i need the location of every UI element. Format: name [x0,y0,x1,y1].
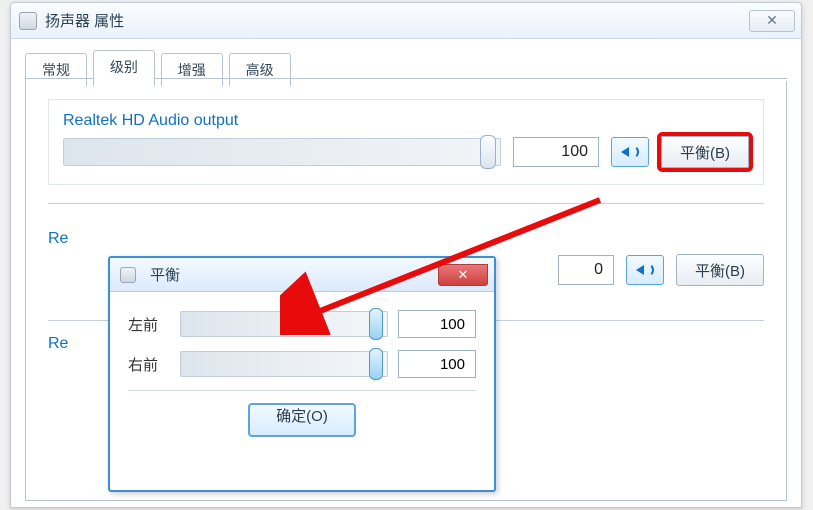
balance-left-slider[interactable] [180,311,388,337]
balance-ok-button[interactable]: 确定(O) [248,403,356,437]
output-1-label: Realtek HD Audio output [63,112,749,130]
balance-titlebar: 平衡 ✕ [110,258,494,292]
titlebar: 扬声器 属性 ✕ [11,3,801,39]
balance-right-value[interactable] [398,350,476,378]
balance-title: 平衡 [150,264,180,285]
slider-thumb[interactable] [369,348,383,380]
output-2-value[interactable] [558,255,614,285]
output-1-slider[interactable] [63,138,501,166]
balance-left-value[interactable] [398,310,476,338]
output-2-balance-button[interactable]: 平衡(B) [676,254,764,286]
balance-dialog: 平衡 ✕ 左前 右前 确定(O) [108,256,496,492]
slider-thumb[interactable] [369,308,383,340]
output-1-value[interactable] [513,137,599,167]
output-1-balance-button[interactable]: 平衡(B) [661,136,749,168]
speaker-app-icon [19,12,37,30]
balance-app-icon [120,267,136,283]
balance-right-slider[interactable] [180,351,388,377]
balance-right-label: 右前 [128,354,170,375]
window-title: 扬声器 属性 [45,10,124,31]
tab-levels[interactable]: 级别 [93,50,155,86]
output-2-label: Re [48,230,764,248]
tab-strip: 常规 级别 增强 高级 [11,39,801,79]
speaker-icon [636,263,654,277]
separator [48,203,764,204]
output-group-1: Realtek HD Audio output 平衡(B) [48,99,764,185]
output-2-mute-button[interactable] [626,255,664,285]
output-1-mute-button[interactable] [611,137,649,167]
close-button[interactable]: ✕ [749,10,795,32]
separator [128,390,476,391]
balance-right-row: 右前 [128,350,476,378]
balance-left-label: 左前 [128,314,170,335]
speaker-icon [621,145,639,159]
slider-thumb[interactable] [480,135,496,169]
balance-close-button[interactable]: ✕ [438,264,488,286]
balance-left-row: 左前 [128,310,476,338]
